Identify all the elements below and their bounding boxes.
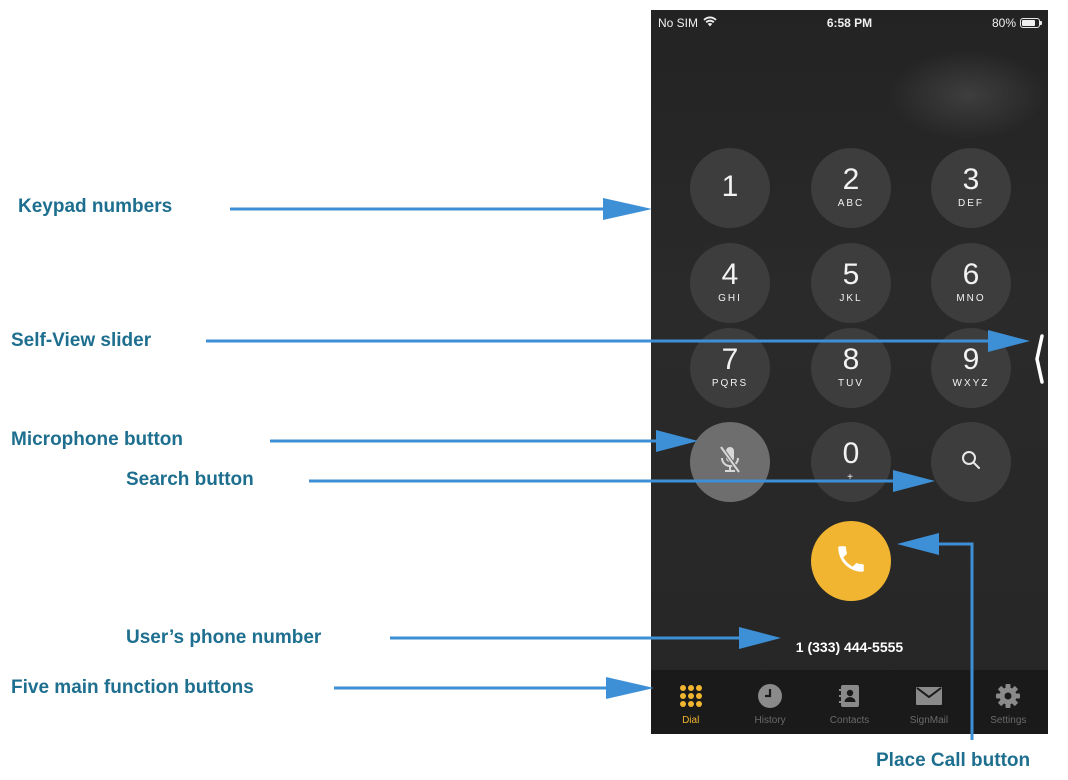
key-digit: 4: [721, 258, 739, 291]
clock-icon: [756, 682, 784, 710]
place-call-button[interactable]: [811, 521, 891, 601]
callout-five-main-function-buttons: Five main function buttons: [11, 677, 254, 698]
key-letters: DEF: [958, 198, 984, 209]
status-bar: No SIM 6:58 PM 80%: [651, 10, 1048, 36]
key-letters: MNO: [956, 293, 986, 304]
status-right: 80%: [991, 16, 1042, 30]
self-view-blur: [888, 50, 1048, 140]
tab-label: Settings: [990, 715, 1027, 726]
keypad-key-1[interactable]: 1: [690, 148, 770, 228]
key-letters: ABC: [837, 198, 865, 209]
key-digit: 0: [842, 437, 860, 470]
keypad-key-7[interactable]: 7 PQRS: [690, 328, 770, 408]
callout-search-button: Search button: [126, 469, 254, 490]
key-digit: 5: [842, 258, 860, 291]
key-digit: 2: [842, 163, 860, 196]
tab-label: SignMail: [909, 715, 949, 726]
key-letters: GHI: [718, 293, 742, 304]
phone-handset-icon: [834, 542, 868, 581]
status-time: 6:58 PM: [826, 16, 873, 30]
arrowhead-five-main-function-buttons: [606, 677, 654, 699]
battery-icon: [1020, 18, 1042, 28]
keypad-key-5[interactable]: 5 JKL: [811, 243, 891, 323]
battery-percent: 80%: [991, 16, 1016, 30]
tab-label: Contacts: [829, 715, 870, 726]
tab-bar: Dial History Contacts SignMail Settings: [651, 670, 1048, 734]
envelope-icon: [915, 682, 943, 710]
gear-icon: [994, 682, 1022, 710]
keypad-key-3[interactable]: 3 DEF: [931, 148, 1011, 228]
keypad-key-8[interactable]: 8 TUV: [811, 328, 891, 408]
arrowhead-keypad-numbers: [603, 198, 652, 220]
search-icon: [961, 450, 981, 475]
tab-contacts[interactable]: Contacts: [810, 670, 889, 734]
key-digit: 7: [721, 343, 739, 376]
key-digit: 3: [962, 163, 980, 196]
tab-label: History: [754, 715, 786, 726]
key-letters: WXYZ: [952, 378, 990, 389]
callout-microphone-button: Microphone button: [11, 429, 184, 450]
keypad-key-9[interactable]: 9 WXYZ: [931, 328, 1011, 408]
microphone-muted-icon: [717, 444, 743, 481]
key-letters: TUV: [838, 378, 864, 389]
tab-label: Dial: [682, 715, 700, 726]
search-button[interactable]: [931, 422, 1011, 502]
keypad-key-0[interactable]: 0 +: [811, 422, 891, 502]
tab-signmail[interactable]: SignMail: [889, 670, 968, 734]
user-phone-number: 1 (333) 444-5555: [795, 639, 904, 655]
callout-place-call-button: Place Call button: [876, 750, 1031, 771]
key-letters: +: [847, 472, 855, 483]
microphone-button[interactable]: [690, 422, 770, 502]
self-view-slider-handle[interactable]: [1033, 333, 1045, 385]
keypad-key-4[interactable]: 4 GHI: [690, 243, 770, 323]
tab-dial[interactable]: Dial: [651, 670, 730, 734]
key-digit: 8: [842, 343, 860, 376]
key-digit: 9: [962, 343, 980, 376]
callout-keypad-numbers: Keypad numbers: [18, 196, 173, 217]
callout-users-phone-number: User’s phone number: [126, 627, 322, 648]
tab-history[interactable]: History: [730, 670, 809, 734]
contacts-book-icon: [836, 682, 864, 710]
key-letters: JKL: [839, 293, 863, 304]
phone-screen: No SIM 6:58 PM 80% 1 2 ABC 3 DEF 4 GHI 5 JKL 6 MNO…: [651, 10, 1048, 734]
tab-settings[interactable]: Settings: [969, 670, 1048, 734]
key-digit: 6: [962, 258, 980, 291]
keypad-key-2[interactable]: 2 ABC: [811, 148, 891, 228]
dial-grid-icon: [677, 682, 705, 710]
callout-self-view-slider: Self-View slider: [11, 330, 152, 351]
keypad-key-6[interactable]: 6 MNO: [931, 243, 1011, 323]
key-digit: 1: [721, 170, 739, 203]
key-letters: PQRS: [711, 378, 749, 389]
